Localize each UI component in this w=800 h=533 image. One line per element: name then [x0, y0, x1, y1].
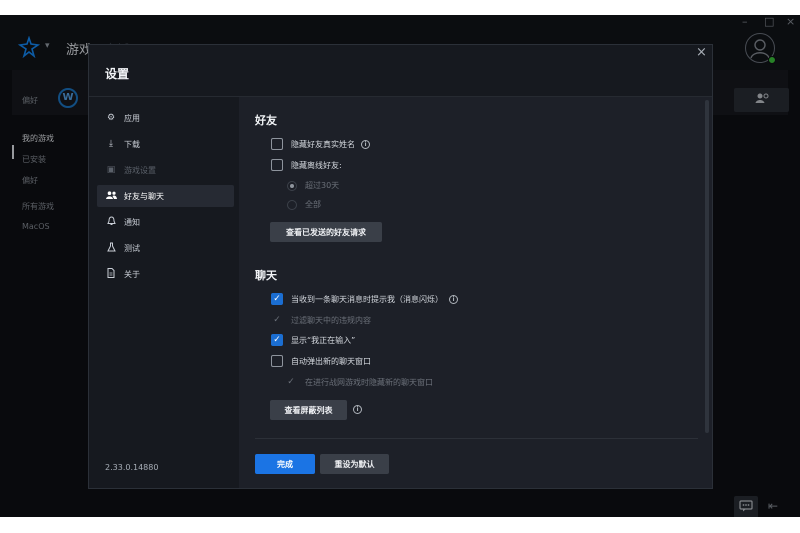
- hide-real-name-checkbox[interactable]: [271, 138, 283, 150]
- footer-divider: [255, 438, 698, 439]
- flash-notify-label: 当收到一条聊天消息时提示我（消息闪烁）: [291, 294, 443, 304]
- view-blocked-list-button[interactable]: 查看屏蔽列表: [270, 400, 347, 420]
- show-typing-option[interactable]: ✓ 显示“我正在输入”: [271, 334, 355, 346]
- hide-in-game-option: ✓ 在进行战网游戏时隐藏新的聊天窗口: [285, 376, 433, 388]
- menu-item-label: 游戏设置: [124, 165, 156, 175]
- info-icon[interactable]: i: [353, 405, 362, 414]
- radio-label: 全部: [305, 200, 321, 209]
- menu-item-download[interactable]: ⤓ 下载: [97, 133, 234, 155]
- view-sent-requests-button[interactable]: 查看已发送的好友请求: [270, 222, 382, 242]
- menu-item-game-settings: ▣ 游戏设置: [97, 159, 234, 181]
- flash-notify-option[interactable]: ✓ 当收到一条聊天消息时提示我（消息闪烁） i: [271, 293, 458, 305]
- download-icon: ⤓: [109, 139, 113, 149]
- filter-content-checkbox: ✓: [273, 315, 281, 325]
- dialog-title: 设置: [105, 67, 130, 81]
- hide-real-name-label: 隐藏好友真实姓名: [291, 139, 355, 149]
- hide-in-game-label: 在进行战网游戏时隐藏新的聊天窗口: [305, 377, 433, 387]
- info-icon[interactable]: i: [449, 294, 458, 304]
- flask-icon: [105, 242, 117, 255]
- info-icon[interactable]: i: [361, 139, 370, 149]
- filter-content-option: ✓ 过滤聊天中的违规内容: [271, 314, 371, 326]
- bell-icon: [105, 215, 117, 229]
- section-title-chat: 聊天: [255, 269, 277, 282]
- gear-icon: ⚙: [106, 113, 116, 123]
- settings-dialog: 设置 × ⚙ 应用 ⤓ 下载 ▣ 游戏设置 好友与聊天 通知 测试 关于 2.3…: [88, 44, 713, 489]
- show-typing-label: 显示“我正在输入”: [291, 335, 356, 345]
- version-label: 2.33.0.14880: [105, 463, 159, 472]
- section-title-friends: 好友: [255, 114, 277, 127]
- radio-30-days[interactable]: [287, 180, 297, 191]
- document-icon: [105, 267, 117, 281]
- friends-icon: [105, 190, 117, 202]
- offline-option-all[interactable]: 全部: [287, 199, 321, 210]
- hide-offline-option[interactable]: 隐藏离线好友:: [271, 159, 342, 171]
- close-icon[interactable]: ×: [696, 45, 707, 60]
- menu-item-notifications[interactable]: 通知: [97, 211, 234, 233]
- scrollbar[interactable]: [705, 100, 709, 433]
- hide-offline-checkbox[interactable]: [271, 159, 283, 171]
- auto-popup-checkbox[interactable]: [271, 355, 283, 367]
- menu-item-test[interactable]: 测试: [97, 237, 234, 259]
- gamepad-icon: ▣: [106, 165, 116, 175]
- show-typing-checkbox[interactable]: ✓: [271, 334, 283, 346]
- hide-offline-label: 隐藏离线好友:: [291, 160, 342, 170]
- menu-item-label: 下载: [124, 139, 140, 149]
- menu-item-label: 关于: [124, 269, 140, 279]
- settings-menu: ⚙ 应用 ⤓ 下载 ▣ 游戏设置 好友与聊天 通知 测试 关于: [89, 97, 239, 488]
- menu-item-label: 应用: [124, 113, 140, 123]
- auto-popup-label: 自动弹出新的聊天窗口: [291, 356, 371, 366]
- reset-default-button[interactable]: 重设为默认: [320, 454, 389, 474]
- offline-option-30-days[interactable]: 超过30天: [287, 180, 339, 191]
- menu-item-friends-chat[interactable]: 好友与聊天: [97, 185, 234, 207]
- radio-label: 超过30天: [305, 181, 340, 190]
- flash-notify-checkbox[interactable]: ✓: [271, 293, 283, 305]
- done-button[interactable]: 完成: [255, 454, 315, 474]
- filter-content-label: 过滤聊天中的违规内容: [291, 315, 371, 325]
- menu-item-label: 测试: [124, 243, 140, 253]
- menu-item-about[interactable]: 关于: [97, 263, 234, 285]
- hide-in-game-checkbox: ✓: [287, 377, 295, 387]
- menu-item-app[interactable]: ⚙ 应用: [97, 107, 234, 129]
- radio-all[interactable]: [287, 199, 297, 210]
- hide-real-name-option[interactable]: 隐藏好友真实姓名 i: [271, 138, 370, 150]
- auto-popup-option[interactable]: 自动弹出新的聊天窗口: [271, 355, 371, 367]
- menu-item-label: 通知: [124, 217, 140, 227]
- menu-item-label: 好友与聊天: [124, 191, 164, 201]
